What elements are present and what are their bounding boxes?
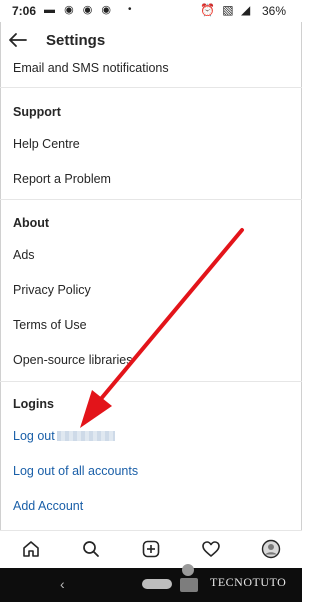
add-account-item[interactable]: Add Account: [13, 499, 83, 513]
chrome-icon: ◉: [64, 4, 77, 16]
chrome-icon: ◉: [82, 4, 96, 16]
open-source-libraries-item[interactable]: Open-source libraries: [13, 353, 133, 367]
search-icon[interactable]: [81, 539, 101, 559]
ads-item[interactable]: Ads: [13, 248, 35, 262]
back-arrow-icon[interactable]: [8, 30, 28, 50]
status-bar: 7:06 ▬ ◉ ◉ ◉ • ⏰ ▧ ◢ 36%: [0, 0, 302, 22]
terms-of-use-item[interactable]: Terms of Use: [13, 318, 87, 332]
log-out-label: Log out: [13, 429, 55, 443]
status-right-icons: ⏰ ▧ ◢: [200, 3, 252, 17]
help-centre-item[interactable]: Help Centre: [13, 137, 80, 151]
chrome-icon: ◉: [101, 4, 115, 16]
alarm-icon: ⏰: [200, 3, 217, 17]
notification-icon: ▬: [44, 4, 58, 16]
watermark-text: TECNOTUTO: [210, 575, 287, 589]
privacy-policy-item[interactable]: Privacy Policy: [13, 283, 91, 297]
log-out-item[interactable]: Log out: [13, 429, 115, 443]
divider: [0, 381, 302, 382]
log-out-all-accounts-item[interactable]: Log out of all accounts: [13, 464, 138, 478]
notification-icons: ▬ ◉ ◉ ◉: [44, 3, 114, 16]
redacted-username: [56, 431, 115, 441]
logins-heading: Logins: [13, 397, 54, 411]
report-problem-item[interactable]: Report a Problem: [13, 172, 111, 186]
no-sim-icon: ▧: [222, 3, 236, 17]
divider: [0, 87, 302, 88]
status-time: 7:06: [12, 4, 37, 18]
system-back-icon[interactable]: ‹: [60, 576, 65, 592]
new-post-icon[interactable]: [141, 539, 161, 559]
email-sms-notifications-item[interactable]: Email and SMS notifications: [13, 61, 169, 75]
support-heading: Support: [13, 105, 61, 119]
battery-level: 36%: [262, 4, 287, 18]
home-icon[interactable]: [21, 539, 41, 559]
page-title: Settings: [46, 32, 106, 49]
app-header: Settings: [0, 22, 302, 58]
signal-icon: ◢: [240, 3, 253, 17]
dot-icon: •: [128, 4, 132, 15]
about-heading: About: [13, 216, 50, 230]
system-home-pill[interactable]: [142, 579, 172, 589]
divider: [0, 199, 302, 200]
